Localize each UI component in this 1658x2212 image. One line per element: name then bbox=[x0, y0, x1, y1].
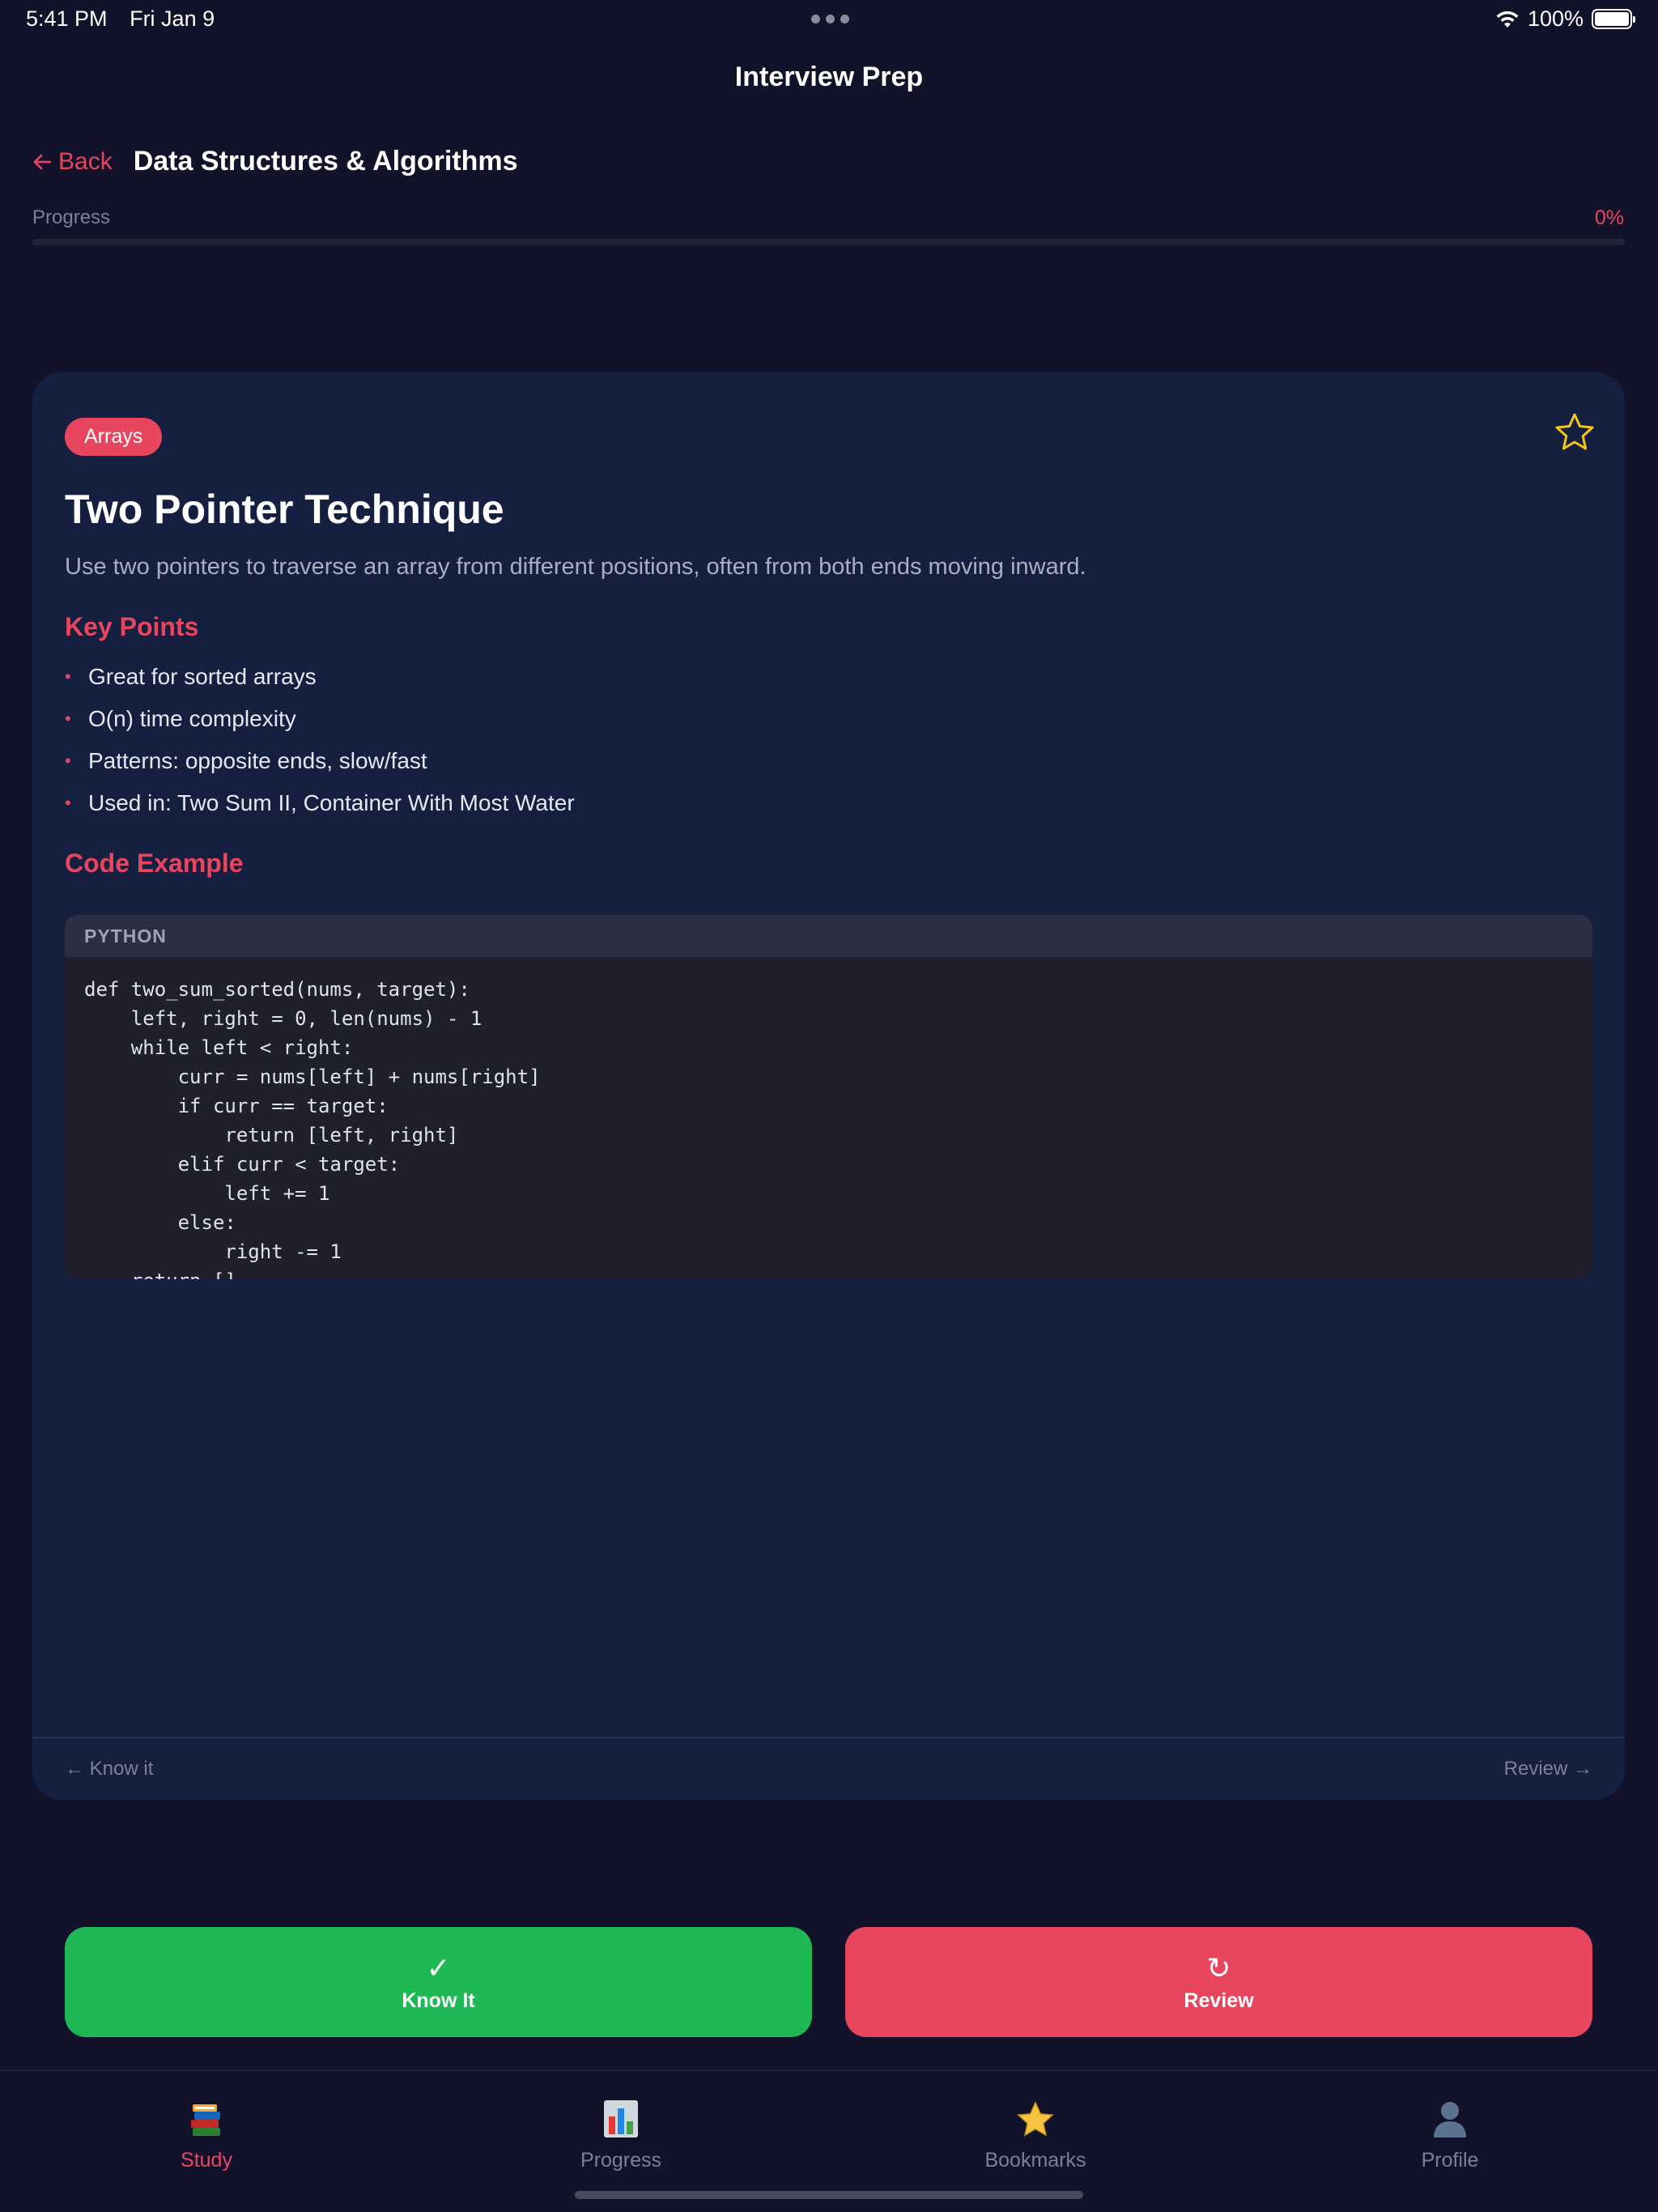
person-icon bbox=[1431, 2094, 1469, 2139]
code-block[interactable]: PYTHON def two_sum_sorted(nums, target):… bbox=[65, 915, 1592, 1279]
code-example-heading: Code Example bbox=[65, 849, 244, 878]
know-it-label: Know It bbox=[402, 1989, 475, 2012]
multitasking-dots-icon[interactable] bbox=[811, 15, 849, 23]
home-indicator[interactable] bbox=[575, 2191, 1083, 2199]
key-point-item: O(n) time complexity bbox=[65, 698, 575, 740]
tab-progress[interactable]: Progress bbox=[524, 2094, 718, 2172]
checkmark-icon: ✓ bbox=[426, 1950, 451, 1984]
code-language-label: PYTHON bbox=[65, 915, 1592, 957]
review-label: Review bbox=[1184, 1989, 1254, 2012]
key-points-heading: Key Points bbox=[65, 612, 199, 641]
bar-chart-icon bbox=[602, 2094, 640, 2139]
battery-percent: 100% bbox=[1527, 6, 1584, 31]
status-right: 100% bbox=[1495, 6, 1635, 32]
nav-row: Back Data Structures & Algorithms bbox=[32, 146, 518, 177]
key-points-list: Great for sorted arrays O(n) time comple… bbox=[65, 656, 575, 824]
progress-label: Progress bbox=[32, 206, 111, 228]
tab-study[interactable]: Study bbox=[109, 2094, 304, 2172]
tab-bookmarks[interactable]: Bookmarks bbox=[938, 2094, 1133, 2172]
status-time-text: 5:41 PM bbox=[26, 6, 108, 31]
know-it-button[interactable]: ✓ Know It bbox=[65, 1927, 812, 2037]
arrow-left-icon bbox=[33, 154, 52, 169]
card-title: Two Pointer Technique bbox=[65, 487, 504, 532]
progress-value: 0% bbox=[1594, 206, 1624, 229]
swipe-hint-review: Review → bbox=[1503, 1758, 1592, 1780]
back-label: Back bbox=[58, 147, 113, 175]
flashcard[interactable]: Arrays Two Pointer Technique Use two poi… bbox=[32, 372, 1625, 1800]
review-button[interactable]: ↻ Review bbox=[845, 1927, 1592, 2037]
deck-title: Data Structures & Algorithms bbox=[133, 146, 518, 177]
category-tag: Arrays bbox=[65, 418, 163, 456]
tab-progress-label: Progress bbox=[580, 2149, 662, 2172]
key-point-item: Great for sorted arrays bbox=[65, 656, 575, 698]
card-description: Use two pointers to traverse an array fr… bbox=[65, 554, 1086, 580]
swipe-hints: ← Know it Review → bbox=[32, 1737, 1625, 1800]
status-bar: 5:41 PM Fri Jan 9 100% bbox=[0, 0, 1658, 39]
status-time: 5:41 PM Fri Jan 9 bbox=[26, 6, 215, 32]
wifi-icon bbox=[1496, 11, 1519, 28]
tab-profile-label: Profile bbox=[1421, 2149, 1479, 2172]
tab-study-label: Study bbox=[181, 2149, 232, 2172]
back-button[interactable]: Back bbox=[32, 148, 113, 176]
bookmark-star-icon[interactable] bbox=[1554, 411, 1596, 453]
tab-profile[interactable]: Profile bbox=[1353, 2094, 1547, 2172]
star-icon bbox=[1015, 2094, 1056, 2139]
status-date-text: Fri Jan 9 bbox=[130, 6, 215, 31]
battery-icon bbox=[1592, 9, 1635, 29]
tab-bookmarks-label: Bookmarks bbox=[984, 2149, 1086, 2172]
progress-bar bbox=[32, 239, 1625, 245]
books-icon bbox=[188, 2094, 225, 2139]
key-point-item: Patterns: opposite ends, slow/fast bbox=[65, 740, 575, 782]
swipe-hint-know: ← Know it bbox=[65, 1758, 154, 1780]
refresh-icon: ↻ bbox=[1206, 1950, 1231, 1984]
key-point-item: Used in: Two Sum II, Container With Most… bbox=[65, 782, 575, 824]
app-title: Interview Prep bbox=[734, 62, 924, 92]
code-content: def two_sum_sorted(nums, target): left, … bbox=[84, 978, 541, 1279]
